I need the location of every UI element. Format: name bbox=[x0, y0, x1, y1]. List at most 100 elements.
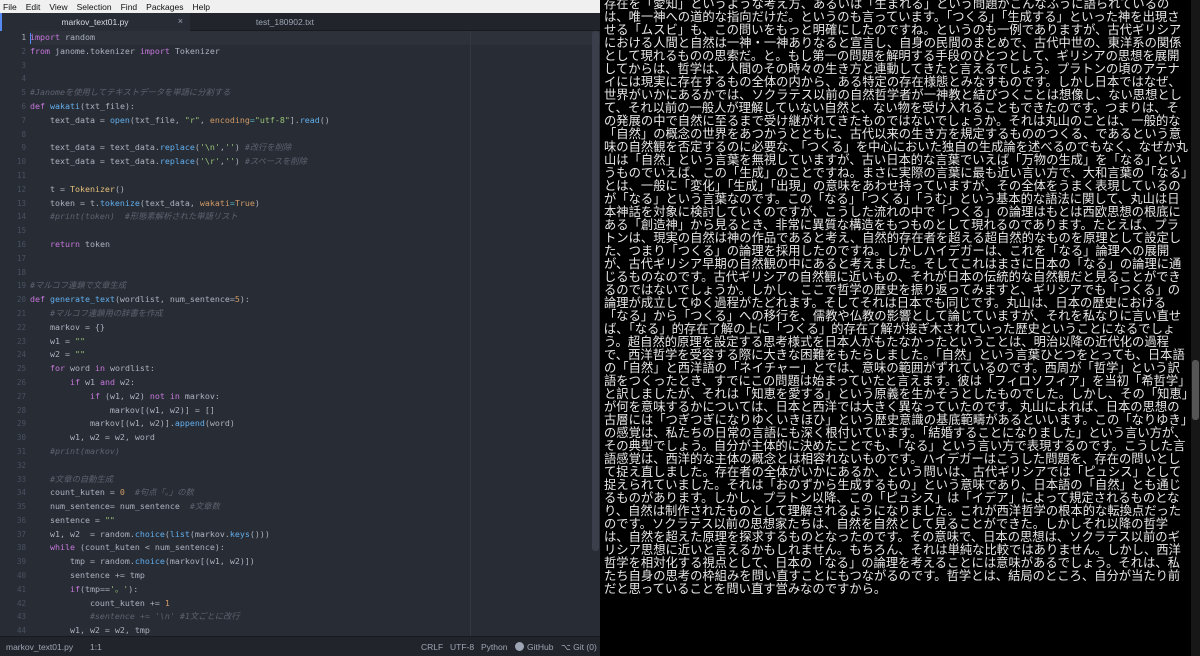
code-line[interactable]: count_kuten += 1 bbox=[30, 597, 600, 611]
code-line[interactable]: return token bbox=[30, 238, 600, 252]
line-number: 19 bbox=[16, 281, 26, 291]
code-lines[interactable]: import random from janome.tokenizer impor… bbox=[30, 31, 600, 636]
code-line[interactable]: w1, w2 = random.choice(list(markov.keys(… bbox=[30, 528, 600, 542]
code-token: #print(markov) bbox=[30, 445, 120, 456]
code-line[interactable]: ​ bbox=[30, 459, 600, 473]
text-panel-scrollbar-thumb[interactable] bbox=[1192, 360, 1199, 420]
code-line[interactable]: tmp = random.choice(markov[(w1, w2)]) bbox=[30, 555, 600, 569]
code-line[interactable]: w1, w2 = w2, tmp bbox=[30, 624, 600, 636]
code-line[interactable]: ​ bbox=[30, 128, 600, 142]
code-token: count_kuten += bbox=[30, 597, 165, 608]
git-button[interactable]: ⌥ Git (0) bbox=[561, 642, 597, 653]
code-line[interactable]: while (count_kuten < num_sentence): bbox=[30, 541, 600, 555]
line-number: 26 bbox=[16, 377, 26, 387]
status-grammar[interactable]: Python bbox=[481, 642, 507, 652]
code-line[interactable]: t = Tokenizer() bbox=[30, 183, 600, 197]
code-token: token = t. bbox=[30, 197, 100, 208]
code-token: if bbox=[69, 583, 80, 594]
status-line-ending[interactable]: CRLF bbox=[421, 642, 443, 652]
code-line[interactable]: #print(markov) bbox=[30, 445, 600, 459]
menu-item-packages[interactable]: Packages bbox=[146, 2, 183, 12]
status-file-name[interactable]: markov_text01.py bbox=[6, 642, 73, 652]
code-line[interactable]: for word in wordlist: bbox=[30, 362, 600, 376]
code-token: '\r' bbox=[199, 156, 220, 167]
code-line[interactable]: text_data = text_data.replace('\r','') #… bbox=[30, 155, 600, 169]
code-line[interactable]: #Janomeを使用してテキストデータを単語に分割する bbox=[30, 86, 600, 100]
line-number: 8 bbox=[21, 129, 26, 139]
menu-item-view[interactable]: View bbox=[49, 2, 67, 12]
code-token: #文章数 bbox=[189, 501, 220, 512]
menu-item-find[interactable]: Find bbox=[121, 2, 138, 12]
code-line[interactable]: #マルコフ連鎖で文章生成 bbox=[30, 279, 600, 293]
close-icon[interactable]: × bbox=[178, 16, 183, 26]
code-line[interactable]: w1 = "" bbox=[30, 335, 600, 349]
code-token: '' bbox=[224, 142, 235, 153]
code-token: choice bbox=[134, 528, 165, 539]
code-token: () bbox=[114, 183, 125, 194]
code-token: (txt_file): bbox=[79, 100, 135, 111]
code-line[interactable]: markov = {} bbox=[30, 321, 600, 335]
code-line[interactable]: if w1 and w2: bbox=[30, 376, 600, 390]
code-line[interactable]: ​ bbox=[30, 224, 600, 238]
code-line[interactable]: ​ bbox=[30, 72, 600, 86]
code-line[interactable]: text_data = open(txt_file, "r", encoding… bbox=[30, 114, 600, 128]
github-button[interactable]: GitHub bbox=[515, 642, 553, 652]
line-number: 33 bbox=[16, 474, 26, 484]
code-line[interactable]: def generate_text(wordlist, num_sentence… bbox=[30, 293, 600, 307]
menu-item-edit[interactable]: Edit bbox=[26, 2, 41, 12]
line-number: 20 bbox=[16, 295, 26, 305]
code-line[interactable]: num_sentence= num_sentence #文章数 bbox=[30, 500, 600, 514]
japanese-text-content: 存在を「愛知」というような考え方、あるいは「生まれる」という問題がこんなふうに語… bbox=[604, 0, 1188, 596]
menu-item-help[interactable]: Help bbox=[193, 2, 210, 12]
code-line[interactable]: ​ bbox=[30, 59, 600, 73]
line-number: 27 bbox=[16, 391, 26, 401]
tab-test-180902[interactable]: test_180902.txt bbox=[190, 13, 380, 31]
code-token: "utf-8" bbox=[254, 114, 290, 125]
code-token: Tokenizer bbox=[169, 45, 220, 56]
code-line[interactable]: markov[(w1, w2)] = [] bbox=[30, 404, 600, 418]
code-line[interactable]: #print(token) #形態素解析された単語リスト bbox=[30, 210, 600, 224]
code-line[interactable]: ​ bbox=[30, 169, 600, 183]
code-editor[interactable]: 1 2 3 4 5 6 7 8 9 10 11 12 13 14 15 16 17 18 19 20 21 22 23 24 2… bbox=[0, 31, 600, 636]
code-line[interactable]: sentence = "" bbox=[30, 514, 600, 528]
editor-window: File Edit View Selection Find Packages Help ma… bbox=[0, 0, 600, 656]
menu-item-file[interactable]: File bbox=[3, 2, 17, 12]
code-line[interactable]: ​ bbox=[30, 252, 600, 266]
code-token: replace bbox=[159, 142, 195, 153]
code-line[interactable]: #sentence += '\n' #1文ごとに改行 bbox=[30, 610, 600, 624]
code-token: (count_kuten < num_sentence): bbox=[74, 542, 225, 553]
code-line[interactable]: import random bbox=[30, 31, 600, 45]
code-token: #文章の自動生成 bbox=[30, 473, 114, 484]
line-number: 5 bbox=[21, 88, 26, 98]
code-line[interactable]: def wakati(txt_file): bbox=[30, 100, 600, 114]
status-cursor-position[interactable]: 1:1 bbox=[90, 642, 102, 652]
code-line[interactable]: count_kuten = 0 #句点「。」の数 bbox=[30, 486, 600, 500]
line-number: 29 bbox=[16, 419, 26, 429]
code-line[interactable]: w1, w2 = w2, word bbox=[30, 431, 600, 445]
code-line[interactable]: #文章の自動生成 bbox=[30, 473, 600, 487]
status-bar: markov_text01.py 1:1 CRLF UTF-8 Python G… bbox=[0, 636, 600, 656]
menu-item-selection[interactable]: Selection bbox=[77, 2, 112, 12]
status-encoding[interactable]: UTF-8 bbox=[450, 642, 474, 652]
editor-scrollbar[interactable] bbox=[591, 31, 600, 636]
code-line[interactable]: w2 = "" bbox=[30, 348, 600, 362]
code-line[interactable]: if (w1, w2) not in markov: bbox=[30, 390, 600, 404]
tab-markov-text01[interactable]: markov_text01.py × bbox=[0, 13, 190, 31]
code-token: markov = {} bbox=[30, 321, 105, 332]
code-token: token bbox=[79, 238, 110, 249]
code-line[interactable]: if(tmp=='。'): bbox=[30, 583, 600, 597]
code-line[interactable]: #マルコフ連鎖用の辞書を作成 bbox=[30, 307, 600, 321]
code-token: #マルコフ連鎖で文章生成 bbox=[30, 280, 127, 291]
code-line[interactable]: from janome.tokenizer import Tokenizer bbox=[30, 45, 600, 59]
code-line[interactable]: token = t.tokenize(text_data, wakati=Tru… bbox=[30, 197, 600, 211]
code-line[interactable]: text_data = text_data.replace('\n','') #… bbox=[30, 141, 600, 155]
text-panel-scrollbar[interactable] bbox=[1191, 0, 1200, 656]
code-line[interactable]: sentence += tmp bbox=[30, 569, 600, 583]
code-line[interactable]: ​ bbox=[30, 266, 600, 280]
code-token: ) bbox=[234, 142, 245, 153]
code-token: (text_data, bbox=[139, 197, 200, 208]
editor-scrollbar-thumb[interactable] bbox=[592, 31, 599, 551]
code-line[interactable]: markov[(w1, w2)].append(word) bbox=[30, 417, 600, 431]
git-label: Git (0) bbox=[573, 642, 597, 652]
code-token: def bbox=[30, 294, 45, 305]
